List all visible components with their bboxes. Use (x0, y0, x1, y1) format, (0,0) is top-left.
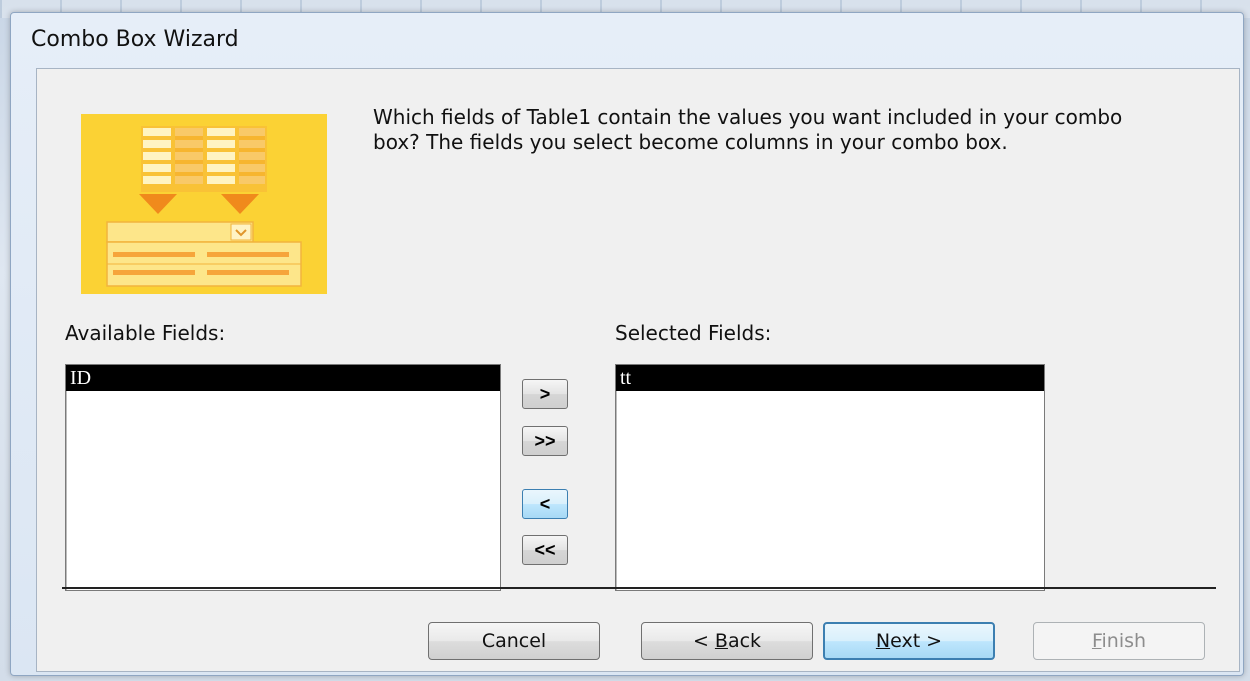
instruction-text: Which fields of Table1 contain the value… (373, 105, 1123, 154)
selected-fields-list[interactable]: tt (615, 364, 1045, 591)
button-separator (62, 587, 1216, 589)
next-button-label: ext > (890, 630, 943, 652)
selected-fields-label: Selected Fields: (615, 321, 772, 345)
finish-button[interactable]: Finish (1033, 622, 1205, 660)
next-button[interactable]: Next > (823, 622, 995, 660)
back-button-prefix: < (692, 630, 715, 652)
remove-field-button[interactable]: < (522, 489, 568, 519)
finish-button-accelerator: F (1091, 630, 1102, 652)
cancel-button[interactable]: Cancel (428, 622, 600, 660)
next-button-accelerator: N (875, 630, 891, 652)
list-item[interactable]: tt (616, 365, 1044, 391)
remove-all-fields-button[interactable]: << (522, 535, 568, 565)
available-fields-list[interactable]: ID (65, 364, 501, 591)
available-fields-label: Available Fields: (65, 321, 226, 345)
table-to-combo-icon (81, 114, 327, 294)
combo-box-wizard-dialog: Combo Box Wizard Which fields of Table1 … (10, 12, 1244, 676)
back-button-accelerator: B (714, 630, 728, 652)
wizard-illustration (81, 114, 327, 294)
dialog-title: Combo Box Wizard (31, 27, 239, 52)
list-item[interactable]: ID (66, 365, 500, 391)
dialog-client-area: Which fields of Table1 contain the value… (36, 68, 1240, 672)
add-all-fields-button[interactable]: >> (522, 426, 568, 456)
back-button-label: ack (727, 630, 762, 652)
back-button[interactable]: < Back (641, 622, 813, 660)
add-field-button[interactable]: > (522, 379, 568, 409)
finish-button-label: inish (1101, 630, 1147, 652)
